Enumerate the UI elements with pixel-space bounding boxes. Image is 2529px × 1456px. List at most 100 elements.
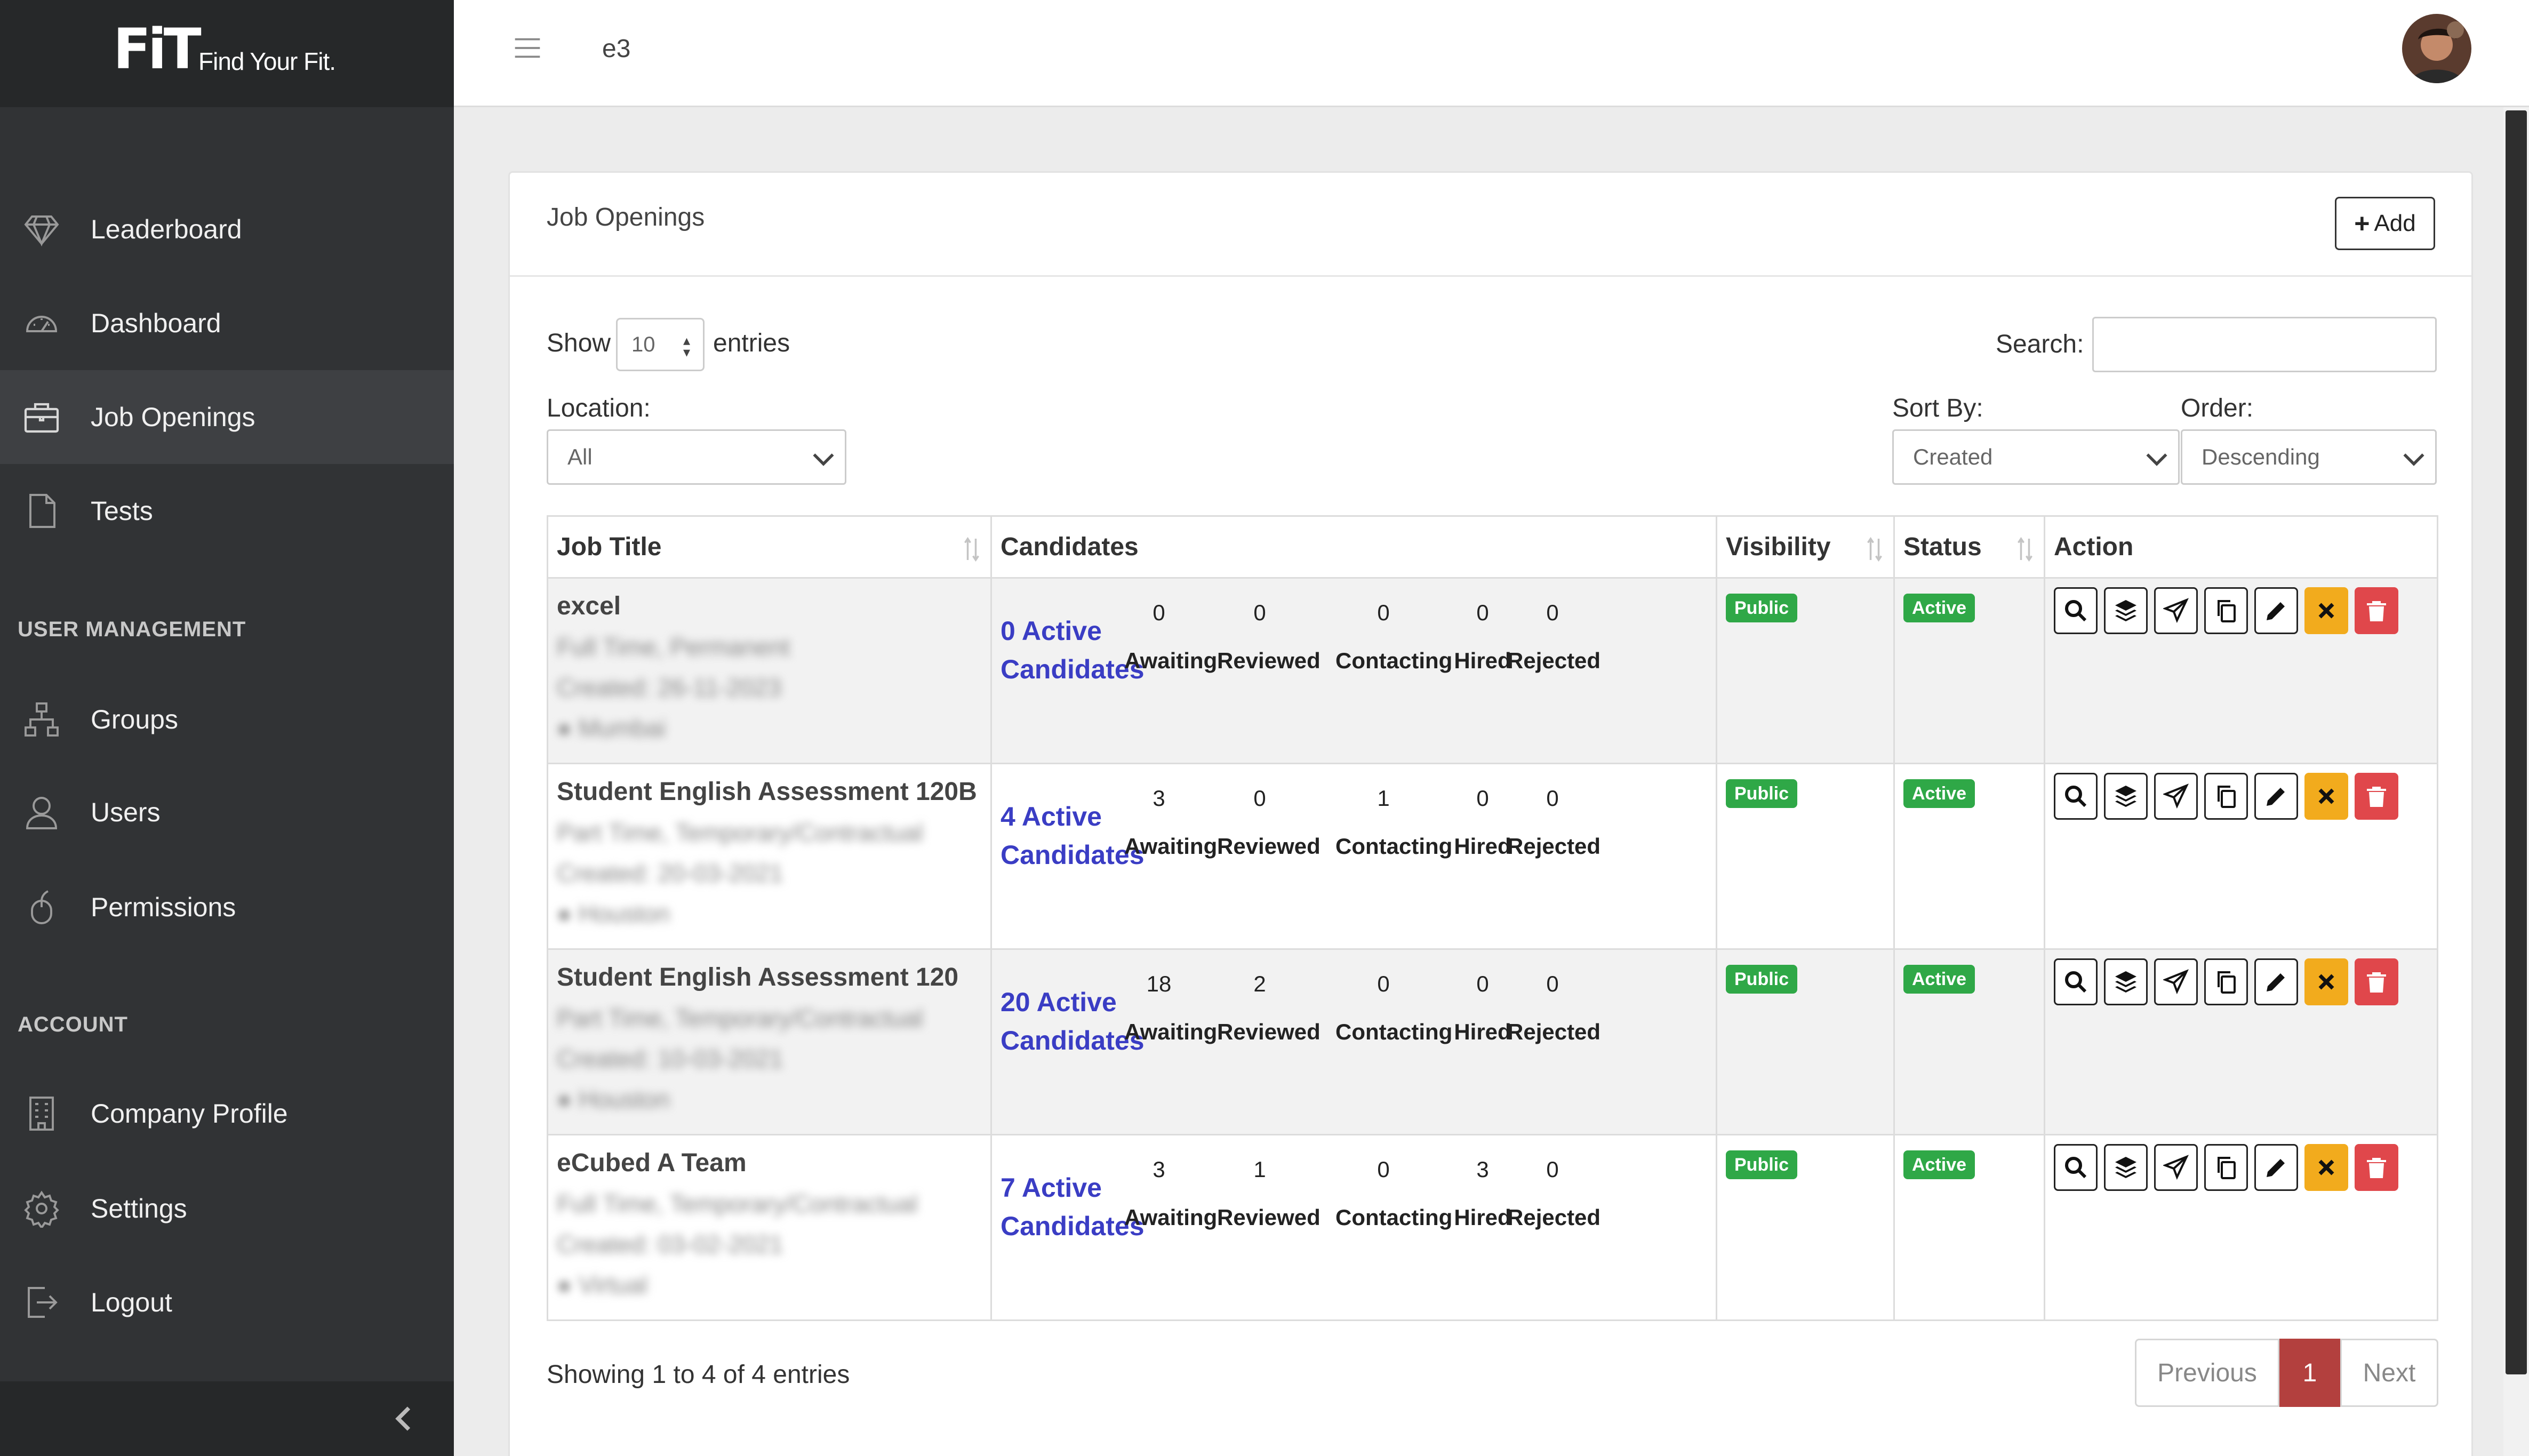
job-created: Created: 26-11-2023 — [557, 673, 982, 702]
stack-button[interactable] — [2104, 958, 2148, 1005]
hamburger-icon[interactable] — [513, 33, 542, 63]
trash-icon — [2364, 969, 2389, 995]
sort-by-select[interactable]: Created — [1892, 429, 2180, 485]
send-button[interactable] — [2154, 773, 2198, 820]
close-button[interactable] — [2304, 587, 2348, 634]
job-title[interactable]: Student English Assessment 120 — [557, 963, 982, 992]
copy-button[interactable] — [2204, 958, 2248, 1005]
sidebar-item-users[interactable]: Users — [0, 765, 454, 859]
sidebar-item-permissions[interactable]: Permissions — [0, 860, 454, 954]
view-button[interactable] — [2054, 1144, 2098, 1191]
stat-label: Rejected — [1507, 1019, 1598, 1045]
location-select-value: All — [567, 444, 593, 470]
stack-button[interactable] — [2104, 587, 2148, 634]
stack-button[interactable] — [2104, 1144, 2148, 1191]
delete-button[interactable] — [2355, 773, 2398, 820]
job-title-cell: excelFull Time, PermanentCreated: 26-11-… — [548, 578, 991, 764]
table-info: Showing 1 to 4 of 4 entries — [547, 1360, 850, 1389]
edit-button[interactable] — [2254, 773, 2298, 820]
entries-select[interactable]: 10 ▴▾ — [616, 318, 705, 371]
page-scrollbar[interactable] — [2503, 107, 2529, 1456]
job-location: ● Mumbai — [557, 714, 982, 742]
sidebar-item-leaderboard[interactable]: Leaderboard — [0, 182, 454, 276]
sidebar-item-tests[interactable]: Tests — [0, 464, 454, 558]
active-candidates-link[interactable]: 0 ActiveCandidates — [1001, 612, 1145, 689]
previous-button[interactable]: Previous — [2135, 1339, 2279, 1407]
chevron-left-icon[interactable] — [389, 1403, 421, 1435]
order-select[interactable]: Descending — [2181, 429, 2437, 485]
send-button[interactable] — [2154, 1144, 2198, 1191]
sidebar-item-label: Groups — [91, 704, 178, 735]
copy-button[interactable] — [2204, 1144, 2248, 1191]
send-button[interactable] — [2154, 587, 2198, 634]
scrollbar-thumb[interactable] — [2506, 110, 2527, 1374]
send-icon — [2163, 783, 2189, 809]
active-candidates-link[interactable]: 7 ActiveCandidates — [1001, 1169, 1145, 1245]
job-title[interactable]: excel — [557, 591, 982, 621]
company-name: e3 — [602, 34, 630, 63]
delete-button[interactable] — [2355, 958, 2398, 1005]
sidebar-item-settings[interactable]: Settings — [0, 1162, 454, 1255]
view-button[interactable] — [2054, 958, 2098, 1005]
active-candidates-link[interactable]: 20 ActiveCandidates — [1001, 983, 1145, 1060]
copy-icon — [2213, 598, 2239, 623]
copy-button[interactable] — [2204, 773, 2248, 820]
action-cell — [2045, 949, 2438, 1135]
next-button[interactable]: Next — [2340, 1339, 2438, 1407]
sidebar-item-label: Job Openings — [91, 402, 255, 433]
stat-reviewed: 0Reviewed — [1217, 599, 1302, 674]
close-button[interactable] — [2304, 773, 2348, 820]
stack-button[interactable] — [2104, 773, 2148, 820]
add-button[interactable]: + Add — [2335, 197, 2435, 250]
stat-count: 2 — [1217, 970, 1302, 998]
trash-icon — [2364, 1155, 2389, 1180]
stat-count: 0 — [1335, 1156, 1431, 1183]
stat-count: 0 — [1335, 599, 1431, 627]
stat-reviewed: 0Reviewed — [1217, 785, 1302, 859]
delete-button[interactable] — [2355, 1144, 2398, 1191]
sidebar-item-job-openings[interactable]: Job Openings — [0, 370, 454, 464]
send-button[interactable] — [2154, 958, 2198, 1005]
stat-count: 1 — [1217, 1156, 1302, 1183]
action-cell — [2045, 764, 2438, 949]
avatar[interactable] — [2402, 14, 2471, 83]
active-candidates-link[interactable]: 4 ActiveCandidates — [1001, 797, 1145, 874]
search-input[interactable] — [2092, 317, 2437, 372]
stat-label: Reviewed — [1217, 1205, 1302, 1230]
col-job-title[interactable]: Job Title — [548, 516, 991, 578]
active-word: Active — [1022, 802, 1102, 831]
job-title[interactable]: Student English Assessment 120B — [557, 777, 982, 806]
stat-label: Rejected — [1507, 834, 1598, 859]
sidebar-item-company-profile[interactable]: Company Profile — [0, 1067, 454, 1161]
sidebar-item-dashboard[interactable]: Dashboard — [0, 276, 454, 370]
job-location-label: Houston — [579, 900, 670, 927]
copy-button[interactable] — [2204, 587, 2248, 634]
view-button[interactable] — [2054, 587, 2098, 634]
search-icon — [2063, 1155, 2088, 1180]
page-1-button[interactable]: 1 — [2279, 1339, 2340, 1407]
stat-reviewed: 2Reviewed — [1217, 970, 1302, 1045]
close-button[interactable] — [2304, 958, 2348, 1005]
close-button[interactable] — [2304, 1144, 2348, 1191]
col-status[interactable]: Status — [1894, 516, 2045, 578]
sidebar-item-logout[interactable]: Logout — [0, 1255, 454, 1349]
view-button[interactable] — [2054, 773, 2098, 820]
stat-count: 0 — [1335, 970, 1431, 998]
stat-label: Hired — [1451, 1019, 1515, 1045]
stat-label: Contacting — [1335, 1019, 1431, 1045]
edit-button[interactable] — [2254, 1144, 2298, 1191]
job-title[interactable]: eCubed A Team — [557, 1148, 982, 1178]
briefcase-icon — [22, 398, 61, 436]
col-label: Candidates — [1001, 533, 1139, 561]
edit-button[interactable] — [2254, 958, 2298, 1005]
diamond-icon — [22, 210, 61, 249]
pencil-icon — [2263, 1155, 2289, 1180]
stat-count: 0 — [1451, 970, 1515, 998]
stat-awaiting: 18Awaiting — [1124, 970, 1194, 1045]
location-select[interactable]: All — [547, 429, 846, 485]
delete-button[interactable] — [2355, 587, 2398, 634]
job-type: Part Time, Temporary/Contractual — [557, 818, 982, 847]
sidebar-item-groups[interactable]: Groups — [0, 673, 454, 766]
col-visibility[interactable]: Visibility — [1717, 516, 1894, 578]
edit-button[interactable] — [2254, 587, 2298, 634]
